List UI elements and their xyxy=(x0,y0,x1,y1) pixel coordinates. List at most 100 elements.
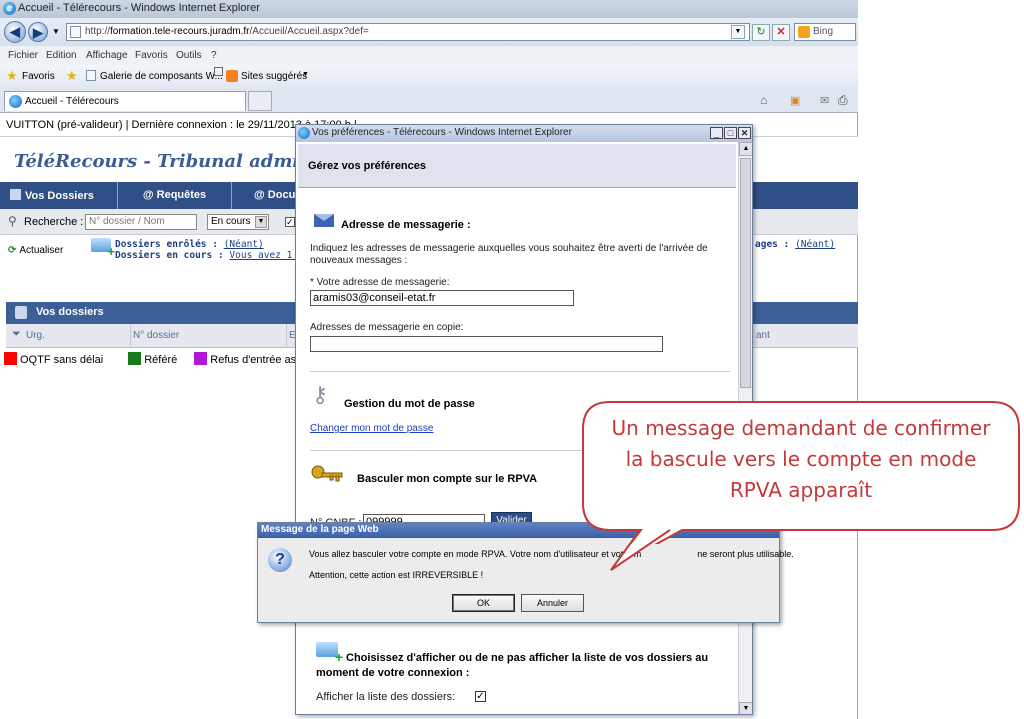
nav-label: Vos Dossiers xyxy=(25,190,94,202)
urgency-legend: OQTF sans délai Référé Refus d'entrée as xyxy=(4,352,296,366)
add-favorite-icon[interactable]: ★ xyxy=(66,68,78,84)
url-domain: formation.tele-recours.juradm.fr xyxy=(110,26,250,37)
preferences-title: Vos préférences - Télérecours - Windows … xyxy=(312,127,572,138)
tab-row: Accueil - Télérecours ⌂ ▣ ✉ ⎙ xyxy=(0,88,858,113)
mail-icon[interactable]: ✉ xyxy=(820,94,829,107)
email-intro: Indiquez les adresses de messagerie auxq… xyxy=(310,243,708,266)
col-ant[interactable]: ant xyxy=(756,330,770,341)
menu-affichage[interactable]: Affichage xyxy=(86,50,128,61)
search-input[interactable]: N° dossier / Nom xyxy=(85,214,197,230)
display-checkbox-label: Afficher la liste des dossiers: xyxy=(316,691,456,703)
feeds-icon[interactable]: ▣ xyxy=(790,94,800,107)
ie-logo-icon: e xyxy=(3,2,16,15)
menu-favoris[interactable]: Favoris xyxy=(135,50,168,61)
callout-text: Un message demandant de confirmer la bas… xyxy=(611,416,991,502)
bing-icon xyxy=(798,26,810,38)
email-field[interactable]: aramis03@conseil-etat.fr xyxy=(310,290,574,306)
display-list-checkbox[interactable]: ✓ xyxy=(475,691,486,702)
refresh-icon[interactable]: ↻ xyxy=(752,24,770,41)
dossiers-section-title: Vos dossiers xyxy=(36,306,104,318)
new-tab-button[interactable] xyxy=(248,91,272,111)
enrolled-link[interactable]: (Néant) xyxy=(224,239,264,250)
fav-item-gallery[interactable]: Galerie de composants W... xyxy=(100,71,223,82)
url-prefix: http:// xyxy=(85,26,111,37)
ongoing-label: Dossiers en cours : xyxy=(115,250,224,261)
question-icon: ? xyxy=(268,548,292,572)
envelope-icon xyxy=(314,214,334,227)
menu-edition[interactable]: Edition xyxy=(46,50,77,61)
password-section-title: Gestion du mot de passe xyxy=(344,398,475,410)
legend-refere: Référé xyxy=(144,354,178,366)
address-bar[interactable]: http://formation.tele-recours.juradm.fr/… xyxy=(66,23,750,41)
refresh-icon: ⟳ xyxy=(8,245,17,256)
favorites-star-icon: ★ xyxy=(6,68,18,83)
stop-icon[interactable]: ✕ xyxy=(772,24,790,41)
ie-logo-icon xyxy=(298,127,310,139)
print-icon[interactable]: ⎙ xyxy=(838,93,848,108)
suggested-sites-icon xyxy=(226,70,238,82)
ie-tab-icon xyxy=(9,95,22,108)
back-button[interactable]: ◀ xyxy=(4,21,26,43)
legend-refus: Refus d'entrée as xyxy=(210,354,297,366)
messages-label: ages : xyxy=(755,239,790,250)
cancel-button[interactable]: Annuler xyxy=(521,594,584,612)
email-label: * Votre adresse de messagerie: xyxy=(310,277,450,288)
page-icon xyxy=(70,26,81,38)
chevron-down-icon: ▼ xyxy=(255,216,267,228)
search-icon: ⚲ xyxy=(8,214,17,228)
menu-bar: Fichier Edition Affichage Favoris Outils… xyxy=(0,46,858,65)
change-password-link[interactable]: Changer mon mot de passe xyxy=(310,423,433,434)
filter-icon[interactable]: ⏷ xyxy=(12,328,21,341)
nav-vos-dossiers[interactable]: Vos Dossiers xyxy=(0,182,118,209)
preferences-title-bar: Vos préférences - Télérecours - Windows … xyxy=(296,125,752,142)
folder-icon xyxy=(10,189,21,200)
scroll-thumb[interactable] xyxy=(740,158,751,388)
nav-requetes[interactable]: @ Requêtes xyxy=(118,182,232,209)
browser-search-box[interactable]: Bing xyxy=(794,23,856,41)
browser-title-bar: e Accueil - Télérecours - Windows Intern… xyxy=(0,0,858,18)
menu-help[interactable]: ? xyxy=(211,50,217,61)
dossiers-summary: Dossiers enrôlés : (Néant) Dossiers en c… xyxy=(115,239,315,261)
minimize-button[interactable]: _ xyxy=(710,127,723,139)
close-button[interactable]: ✕ xyxy=(738,127,751,139)
messages-link[interactable]: (Néant) xyxy=(795,239,835,250)
browser-search-placeholder: Bing xyxy=(813,26,834,37)
menu-fichier[interactable]: Fichier xyxy=(8,50,38,61)
favorites-button[interactable]: Favoris xyxy=(22,71,55,82)
nav-documents[interactable]: @ Docu xyxy=(232,182,302,209)
fav-item-suggested[interactable]: Sites suggérés xyxy=(241,71,307,82)
cc-email-field[interactable] xyxy=(310,336,663,352)
filter-checkbox[interactable]: ✓ xyxy=(285,217,295,227)
legend-swatch-oqtf xyxy=(4,352,17,365)
forward-button[interactable]: ▶ xyxy=(28,22,48,42)
history-dropdown-icon[interactable]: ▼ xyxy=(52,27,60,36)
rpva-section-title: Basculer mon compte sur le RPVA xyxy=(357,473,538,485)
gold-key-icon xyxy=(311,465,343,482)
search-label: Recherche : xyxy=(24,216,84,228)
address-row: ◀ ▶ ▼ http://formation.tele-recours.jura… xyxy=(0,18,858,46)
browser-title: Accueil - Télérecours - Windows Internet… xyxy=(18,2,260,14)
browser-tab[interactable]: Accueil - Télérecours xyxy=(4,91,246,111)
chevron-down-icon[interactable]: ▼ xyxy=(302,71,309,78)
menu-outils[interactable]: Outils xyxy=(176,50,202,61)
ok-button[interactable]: OK xyxy=(452,594,515,612)
dialog-warning: Attention, cette action est IRREVERSIBLE… xyxy=(309,570,484,580)
email-section-title: Adresse de messagerie : xyxy=(341,219,471,231)
display-section-title: Choisissez d'afficher ou de ne pas affic… xyxy=(316,652,709,679)
messages-summary: ages : (Néant) xyxy=(755,239,835,250)
address-dropdown-icon[interactable]: ▼ xyxy=(731,25,745,39)
scroll-down-icon[interactable]: ▼ xyxy=(739,702,752,714)
url-path: /Accueil/Accueil.aspx?def= xyxy=(249,26,369,37)
folder-add-icon xyxy=(91,238,115,259)
enrolled-label: Dossiers enrôlés : xyxy=(115,239,218,250)
tab-label: Accueil - Télérecours xyxy=(25,96,119,107)
scroll-up-icon[interactable]: ▲ xyxy=(739,142,752,156)
col-urgence[interactable]: Urg. xyxy=(26,330,45,341)
refresh-button[interactable]: ⟳ Actualiser xyxy=(8,245,63,256)
home-icon[interactable]: ⌂ xyxy=(760,93,767,107)
refresh-label: Actualiser xyxy=(19,245,64,256)
maximize-button[interactable]: □ xyxy=(724,127,737,139)
col-numero-dossier[interactable]: N° dossier xyxy=(130,324,179,348)
dossier-icon xyxy=(15,306,27,319)
status-select[interactable]: En cours ▼ xyxy=(207,214,269,230)
